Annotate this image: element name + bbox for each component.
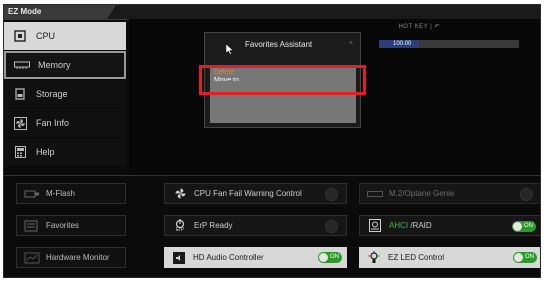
mflash-icon [24, 187, 40, 201]
hardware-monitor-label: Hardware Monitor [46, 253, 110, 262]
ahci-label-b: /RAID [408, 221, 432, 230]
m2-optane-toggle[interactable] [520, 188, 533, 201]
dialog-title: Favorites Assistant [245, 40, 313, 49]
erp-toggle[interactable] [325, 220, 338, 233]
cpu-fan-icon [172, 187, 188, 201]
divider [4, 175, 540, 176]
ahci-icon [367, 219, 383, 233]
sidebar-item-label: Help [36, 147, 55, 157]
led-icon [366, 251, 382, 265]
path-value: 100.00 [379, 40, 419, 48]
hd-audio-toggle[interactable]: ON [318, 252, 342, 263]
top-bar: EZ Mode [4, 5, 540, 20]
sidebar-item-label: Memory [38, 60, 71, 70]
cpu-fan-toggle[interactable] [325, 188, 338, 201]
memory-icon [14, 58, 30, 72]
m2-optane-icon [367, 187, 383, 201]
cpu-icon [12, 29, 28, 43]
m2-optane-genie-tile[interactable]: M.2/Optane Genie [359, 183, 540, 204]
hd-audio-controller-tile[interactable]: HD Audio Controller ON [164, 247, 347, 268]
cpu-fan-fail-label: CPU Fan Fail Warning Control [194, 189, 302, 198]
path-bar: 100.00 [379, 40, 519, 48]
hotkey-label[interactable]: HOT KEY | ↶ [398, 23, 440, 30]
m2-optane-label: M.2/Optane Genie [389, 189, 455, 198]
sidebar-item-label: Storage [36, 89, 68, 99]
ahci-label: AHCI /RAID [389, 221, 432, 230]
favorites-button[interactable]: Favorites [16, 215, 126, 236]
sidebar-item-cpu[interactable]: CPU [4, 22, 126, 50]
highlight-box [199, 65, 366, 95]
hardware-monitor-icon [24, 251, 40, 265]
ahci-toggle[interactable]: ON [512, 221, 536, 232]
ez-led-control-tile[interactable]: EZ LED Control ON [359, 247, 540, 268]
ahci-label-a: AHCI [389, 221, 409, 230]
favorites-label: Favorites [46, 221, 79, 230]
erp-ready-tile[interactable]: ErP ErP Ready [164, 215, 347, 236]
ez-mode-tab[interactable]: EZ Mode [4, 5, 116, 19]
sidebar: CPU Memory Storage Fan Info Help [4, 22, 126, 167]
hd-audio-label: HD Audio Controller [193, 253, 264, 262]
erp-ready-label: ErP Ready [194, 221, 233, 230]
sidebar-item-label: Fan Info [36, 118, 70, 128]
sidebar-item-storage[interactable]: Storage [4, 80, 126, 108]
bios-ez-mode-screen: EZ Mode HOT KEY | ↶ 100.00 CPU Memory St… [3, 4, 541, 278]
cursor-arrow-icon [225, 42, 234, 60]
help-icon [12, 145, 28, 159]
ahci-raid-tile[interactable]: AHCI /RAID ON [359, 215, 540, 236]
close-icon[interactable]: × [349, 40, 353, 47]
favorites-icon [24, 219, 40, 233]
cpu-fan-fail-warning-tile[interactable]: CPU Fan Fail Warning Control [164, 183, 347, 204]
m-flash-button[interactable]: M-Flash [16, 183, 126, 204]
erp-icon-text: ErP [175, 226, 185, 233]
audio-icon [171, 251, 187, 265]
sidebar-item-label: CPU [36, 31, 56, 41]
m-flash-label: M-Flash [46, 189, 75, 198]
sidebar-item-help[interactable]: Help [4, 138, 126, 166]
fan-icon [12, 116, 28, 130]
erp-icon: ErP [172, 218, 188, 233]
hardware-monitor-button[interactable]: Hardware Monitor [16, 247, 126, 268]
storage-icon [12, 87, 28, 101]
sidebar-item-memory[interactable]: Memory [4, 51, 126, 79]
ez-led-label: EZ LED Control [388, 253, 445, 262]
sidebar-item-fan-info[interactable]: Fan Info [4, 109, 126, 137]
ez-led-toggle[interactable]: ON [513, 252, 537, 263]
